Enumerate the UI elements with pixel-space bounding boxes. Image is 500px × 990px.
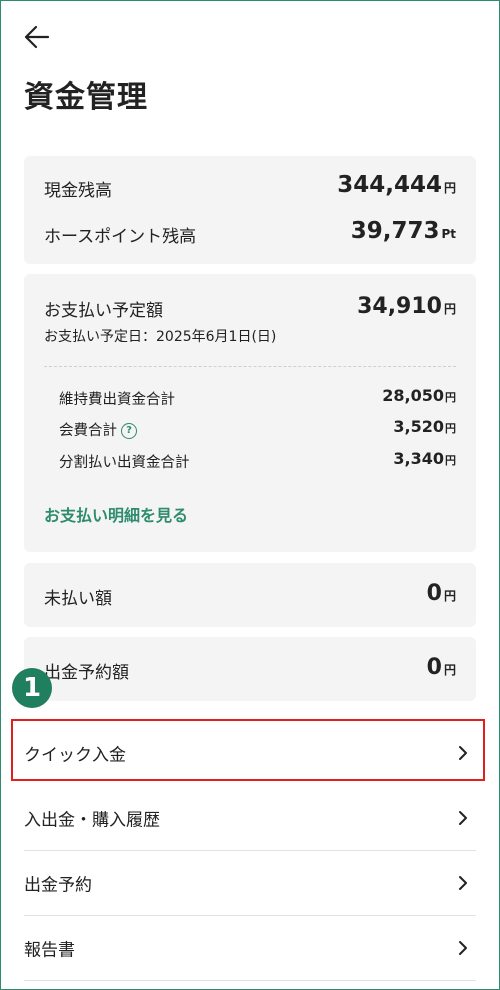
chevron-right-icon: [456, 875, 470, 891]
menu-item-withdraw-reservation[interactable]: 出金予約: [24, 851, 476, 916]
cash-balance-unit: 円: [443, 181, 456, 195]
step-badge: 1: [12, 668, 52, 708]
unpaid-value: 0円: [427, 581, 456, 606]
chevron-right-icon: [456, 810, 470, 826]
unpaid-number: 0: [426, 581, 442, 606]
menu-item-label: 入出金・購入履歴: [24, 810, 160, 831]
unpaid-card: 未払い額 0円: [24, 563, 476, 627]
horse-points-number: 39,773: [350, 218, 440, 244]
membership-total-text: 会費合計: [59, 423, 117, 439]
help-icon[interactable]: ?: [121, 423, 137, 439]
horse-points-label: ホースポイント残高: [44, 227, 197, 247]
payment-amount-label: お支払い予定額: [44, 301, 163, 321]
payment-card: お支払い予定額 34,910 円 お支払い予定日：2025年6月1日(日) 維持費…: [24, 274, 476, 552]
cash-balance-number: 344,444: [337, 172, 442, 198]
payment-details-link[interactable]: お支払い明細を見る: [44, 502, 188, 526]
membership-total-number: 3,520: [393, 417, 444, 436]
withdraw-reserved-number: 0: [426, 655, 442, 680]
withdraw-reserved-value: 0円: [427, 655, 456, 680]
quick-deposit-highlight: [11, 719, 485, 781]
maintenance-total-unit: 円: [445, 391, 456, 404]
membership-total-label: 会費合計?: [59, 419, 137, 440]
cash-balance-value: 344,444 円: [337, 172, 456, 198]
maintenance-total-label: 維持費出資金合計: [59, 392, 175, 408]
payment-amount-number: 34,910: [357, 294, 442, 319]
withdraw-reserved-unit: 円: [443, 663, 456, 677]
balance-card: 現金残高 344,444 円 ホースポイント残高 39,773 Pt: [24, 156, 476, 264]
payment-date: お支払い予定日：2025年6月1日(日): [44, 329, 277, 345]
installment-total-label: 分割払い出資金合計: [59, 455, 190, 471]
horse-points-value: 39,773 Pt: [351, 218, 456, 244]
cash-balance-label: 現金残高: [44, 181, 112, 201]
menu-item-label: 出金予約: [24, 875, 92, 896]
installment-total-number: 3,340: [393, 449, 444, 468]
withdraw-reserved-label: 出金予約額: [44, 663, 129, 683]
unpaid-label: 未払い額: [44, 589, 112, 609]
chevron-right-icon: [456, 940, 470, 956]
back-arrow-icon[interactable]: [22, 24, 50, 50]
payment-amount-unit: 円: [443, 302, 456, 316]
payment-amount-value: 34,910 円: [357, 294, 456, 319]
withdraw-reserved-card: 出金予約額 0円: [24, 637, 476, 701]
menu-item-label: 報告書: [24, 940, 75, 961]
membership-total-value: 3,520円: [393, 417, 456, 436]
unpaid-unit: 円: [443, 589, 456, 603]
membership-total-unit: 円: [445, 422, 456, 435]
page-title: 資金管理: [24, 80, 148, 115]
dashed-divider: [44, 366, 456, 367]
menu-item-reports[interactable]: 報告書: [24, 916, 476, 981]
horse-points-unit: Pt: [441, 227, 456, 241]
installment-total-value: 3,340円: [393, 449, 456, 468]
maintenance-total-value: 28,050円: [382, 386, 456, 405]
installment-total-unit: 円: [445, 454, 456, 467]
maintenance-total-number: 28,050: [382, 386, 444, 405]
menu-item-history[interactable]: 入出金・購入履歴: [24, 786, 476, 851]
